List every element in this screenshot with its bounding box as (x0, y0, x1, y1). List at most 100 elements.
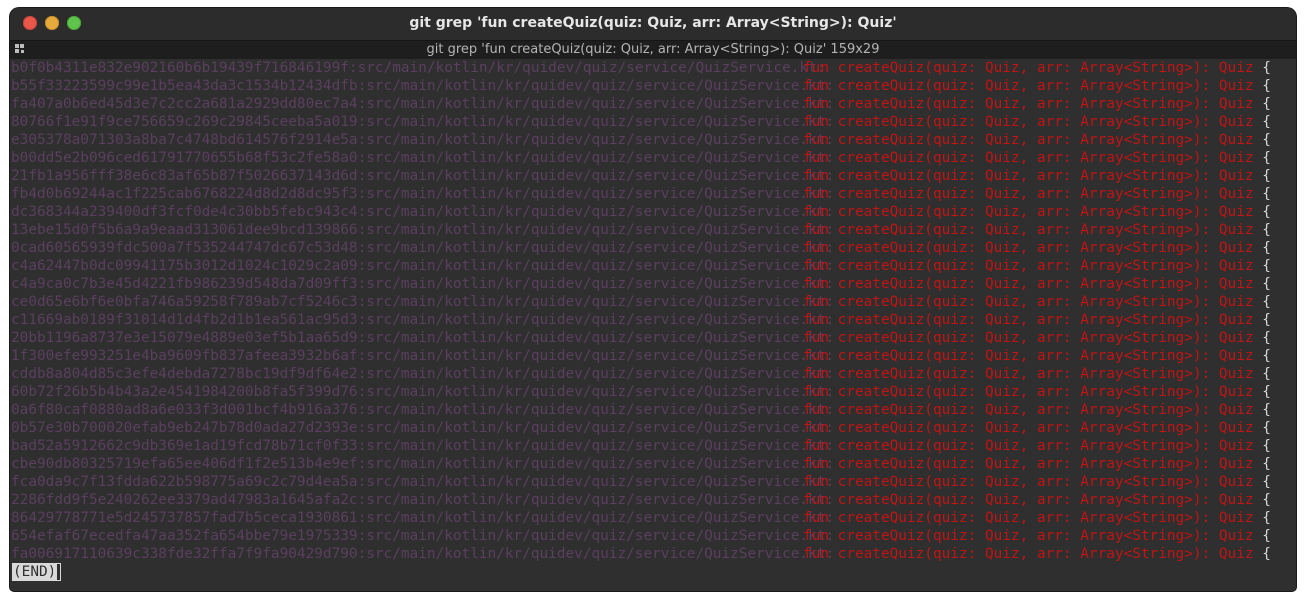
file-path: :src/main/kotlin/kr/quidev/quiz/service/… (357, 546, 835, 562)
match-text: fun createQuiz(quiz: Quiz, arr: Array<St… (803, 474, 1254, 490)
matched-code: fun createQuiz(quiz: Quiz, arr: Array<St… (803, 365, 1271, 383)
commit-hash: fa006917110639c338fde32ffa7f9fa90429d790 (11, 546, 358, 562)
commit-path-text: 21fb1a956fff38e6c83af65b87f5026637143d6d… (11, 167, 834, 185)
file-path: :src/main/kotlin/kr/quidev/quiz/service/… (357, 294, 835, 310)
match-text: fun createQuiz(quiz: Quiz, arr: Array<St… (803, 438, 1254, 454)
open-brace: { (1253, 420, 1271, 436)
commit-hash: 2286fdd9f5e240262ee3379ad47983a1645afa2c (11, 492, 358, 508)
commit-path-text: b0f0b4311e832e902160b6b19439f716846199f:… (11, 59, 825, 77)
terminal-output[interactable]: b0f0b4311e832e902160b6b19439f716846199f:… (10, 59, 1296, 591)
matched-code: fun createQuiz(quiz: Quiz, arr: Array<St… (803, 167, 1271, 185)
commit-path-text: fca0da9c7f13fdda622b598775a69c2c79d4ea5a… (11, 473, 834, 491)
file-path: :src/main/kotlin/kr/quidev/quiz/service/… (357, 186, 835, 202)
commit-path-text: 13ebe15d0f5b6a9a9eaad313061dee9bcd139866… (11, 221, 834, 239)
commit-hash: cddb8a804d85c3efe4debda7278bc19df9df64e2 (11, 366, 358, 382)
commit-hash: b0f0b4311e832e902160b6b19439f716846199f (11, 60, 349, 76)
commit-hash: 80766f1e91f9ce756659c269c29845ceeba5a019 (11, 114, 358, 130)
commit-hash: e305378a071303a8ba7c4748bd614576f2914e5a (11, 132, 358, 148)
matched-code: fun createQuiz(quiz: Quiz, arr: Array<St… (803, 545, 1271, 563)
matched-code: fun createQuiz(quiz: Quiz, arr: Array<St… (803, 221, 1271, 239)
commit-hash: 654efaf67ecedfa47aa352fa654bbe79e1975339 (11, 528, 358, 544)
match-text: fun createQuiz(quiz: Quiz, arr: Array<St… (803, 114, 1254, 130)
terminal-tab[interactable]: git grep 'fun createQuiz(quiz: Quiz, arr… (10, 40, 1296, 59)
open-brace: { (1253, 528, 1271, 544)
commit-hash: dc368344a239400df3fcf0de4c30bb5febc943c4 (11, 204, 358, 220)
commit-path-text: 60b72f26b5b4b43a2e4541984200b8fa5f399d76… (11, 383, 834, 401)
match-text: fun createQuiz(quiz: Quiz, arr: Array<St… (803, 96, 1254, 112)
file-path: :src/main/kotlin/kr/quidev/quiz/service/… (357, 402, 835, 418)
commit-hash: c4a9ca0c7b3e45d4221fb986239d548da7d09ff3 (11, 276, 358, 292)
file-path: :src/main/kotlin/kr/quidev/quiz/service/… (357, 474, 835, 490)
file-path: :src/main/kotlin/kr/quidev/quiz/service/… (357, 330, 835, 346)
file-path: :src/main/kotlin/kr/quidev/quiz/service/… (357, 492, 835, 508)
open-brace: { (1253, 258, 1271, 274)
matched-code: fun createQuiz(quiz: Quiz, arr: Array<St… (803, 239, 1271, 257)
commit-path-text: e305378a071303a8ba7c4748bd614576f2914e5a… (11, 131, 834, 149)
file-path: :src/main/kotlin/kr/quidev/quiz/service/… (357, 312, 835, 328)
file-path: :src/main/kotlin/kr/quidev/quiz/service/… (357, 366, 835, 382)
file-path: :src/main/kotlin/kr/quidev/quiz/service/… (357, 348, 835, 364)
file-path: :src/main/kotlin/kr/quidev/quiz/service/… (357, 420, 835, 436)
match-text: fun createQuiz(quiz: Quiz, arr: Array<St… (803, 204, 1254, 220)
commit-path-text: cddb8a804d85c3efe4debda7278bc19df9df64e2… (11, 365, 834, 383)
file-path: :src/main/kotlin/kr/quidev/quiz/service/… (357, 78, 835, 94)
file-path: :src/main/kotlin/kr/quidev/quiz/service/… (357, 204, 835, 220)
commit-hash: 0cad60565939fdc500a7f535244747dc67c53d48 (11, 240, 358, 256)
open-brace: { (1253, 150, 1271, 166)
file-path: :src/main/kotlin/kr/quidev/quiz/service/… (357, 240, 835, 256)
open-brace: { (1253, 492, 1271, 508)
file-path: :src/main/kotlin/kr/quidev/quiz/service/… (357, 222, 835, 238)
commit-path-text: b00dd5e2b096ced61791770655b68f53c2fe58a0… (11, 149, 834, 167)
commit-path-text: 654efaf67ecedfa47aa352fa654bbe79e1975339… (11, 527, 834, 545)
open-brace: { (1253, 114, 1271, 130)
match-text: fun createQuiz(quiz: Quiz, arr: Array<St… (803, 384, 1254, 400)
commit-hash: c4a62447b0dc09941175b3012d1024c1029c2a09 (11, 258, 358, 274)
commit-path-text: c4a62447b0dc09941175b3012d1024c1029c2a09… (11, 257, 834, 275)
commit-hash: b00dd5e2b096ced61791770655b68f53c2fe58a0 (11, 150, 358, 166)
commit-hash: 86429778771e5d245737857fad7b5ceca1930861 (11, 510, 358, 526)
match-text: fun createQuiz(quiz: Quiz, arr: Array<St… (803, 222, 1254, 238)
match-text: fun createQuiz(quiz: Quiz, arr: Array<St… (803, 402, 1254, 418)
open-brace: { (1253, 78, 1271, 94)
open-brace: { (1253, 240, 1271, 256)
matched-code: fun createQuiz(quiz: Quiz, arr: Array<St… (803, 203, 1271, 221)
match-text: fun createQuiz(quiz: Quiz, arr: Array<St… (803, 258, 1254, 274)
commit-hash: 13ebe15d0f5b6a9a9eaad313061dee9bcd139866 (11, 222, 358, 238)
match-text: fun createQuiz(quiz: Quiz, arr: Array<St… (803, 276, 1254, 292)
file-path: :src/main/kotlin/kr/quidev/quiz/service/… (357, 96, 835, 112)
commit-path-text: 86429778771e5d245737857fad7b5ceca1930861… (11, 509, 834, 527)
file-path: :src/main/kotlin/kr/quidev/quiz/service/… (357, 258, 835, 274)
matched-code: fun createQuiz(quiz: Quiz, arr: Array<St… (803, 275, 1271, 293)
commit-hash: fa407a0b6ed45d3e7c2cc2a681a2929dd80ec7a4 (11, 96, 358, 112)
matched-code: fun createQuiz(quiz: Quiz, arr: Array<St… (803, 77, 1271, 95)
open-brace: { (1253, 276, 1271, 292)
commit-hash: 0b57e30b700020efab9eb247b78d0ada27d2393e (11, 420, 358, 436)
end-marker: (END) (12, 563, 58, 581)
tab-label: git grep 'fun createQuiz(quiz: Quiz, arr… (426, 42, 880, 57)
commit-hash: ce0d65e6bf6e0bfa746a59258f789ab7cf5246c3 (11, 294, 358, 310)
commit-path-text: 0a6f80caf0880ad8a6e033f3d001bcf4b916a376… (11, 401, 834, 419)
match-text: fun createQuiz(quiz: Quiz, arr: Array<St… (803, 546, 1254, 562)
commit-hash: 21fb1a956fff38e6c83af65b87f5026637143d6d (11, 168, 358, 184)
matched-code: fun createQuiz(quiz: Quiz, arr: Array<St… (803, 185, 1271, 203)
commit-path-text: 20bb1196a8737e3e15079e4889e03ef5b1aa65d9… (11, 329, 834, 347)
matched-code: fun createQuiz(quiz: Quiz, arr: Array<St… (803, 419, 1271, 437)
commit-path-text: 0b57e30b700020efab9eb247b78d0ada27d2393e… (11, 419, 834, 437)
open-brace: { (1253, 60, 1271, 76)
open-brace: { (1253, 222, 1271, 238)
match-text: fun createQuiz(quiz: Quiz, arr: Array<St… (803, 168, 1254, 184)
match-text: fun createQuiz(quiz: Quiz, arr: Array<St… (803, 78, 1254, 94)
title-bar[interactable]: git grep 'fun createQuiz(quiz: Quiz, arr… (10, 8, 1296, 40)
open-brace: { (1253, 168, 1271, 184)
commit-path-text: dc368344a239400df3fcf0de4c30bb5febc943c4… (11, 203, 834, 221)
match-text: fun createQuiz(quiz: Quiz, arr: Array<St… (803, 294, 1254, 310)
matched-code: fun createQuiz(quiz: Quiz, arr: Array<St… (803, 149, 1271, 167)
matched-code: fun createQuiz(quiz: Quiz, arr: Array<St… (803, 401, 1271, 419)
matched-code: fun createQuiz(quiz: Quiz, arr: Array<St… (803, 455, 1271, 473)
commit-path-text: fb4d0b69244ac1f225cab6768224d8d2d8dc95f3… (11, 185, 834, 203)
open-brace: { (1253, 312, 1271, 328)
file-path: :src/main/kotlin/kr/quidev/quiz/service/… (357, 528, 835, 544)
match-text: fun createQuiz(quiz: Quiz, arr: Array<St… (803, 312, 1254, 328)
commit-path-text: 2286fdd9f5e240262ee3379ad47983a1645afa2c… (11, 491, 834, 509)
matched-code: fun createQuiz(quiz: Quiz, arr: Array<St… (803, 329, 1271, 347)
